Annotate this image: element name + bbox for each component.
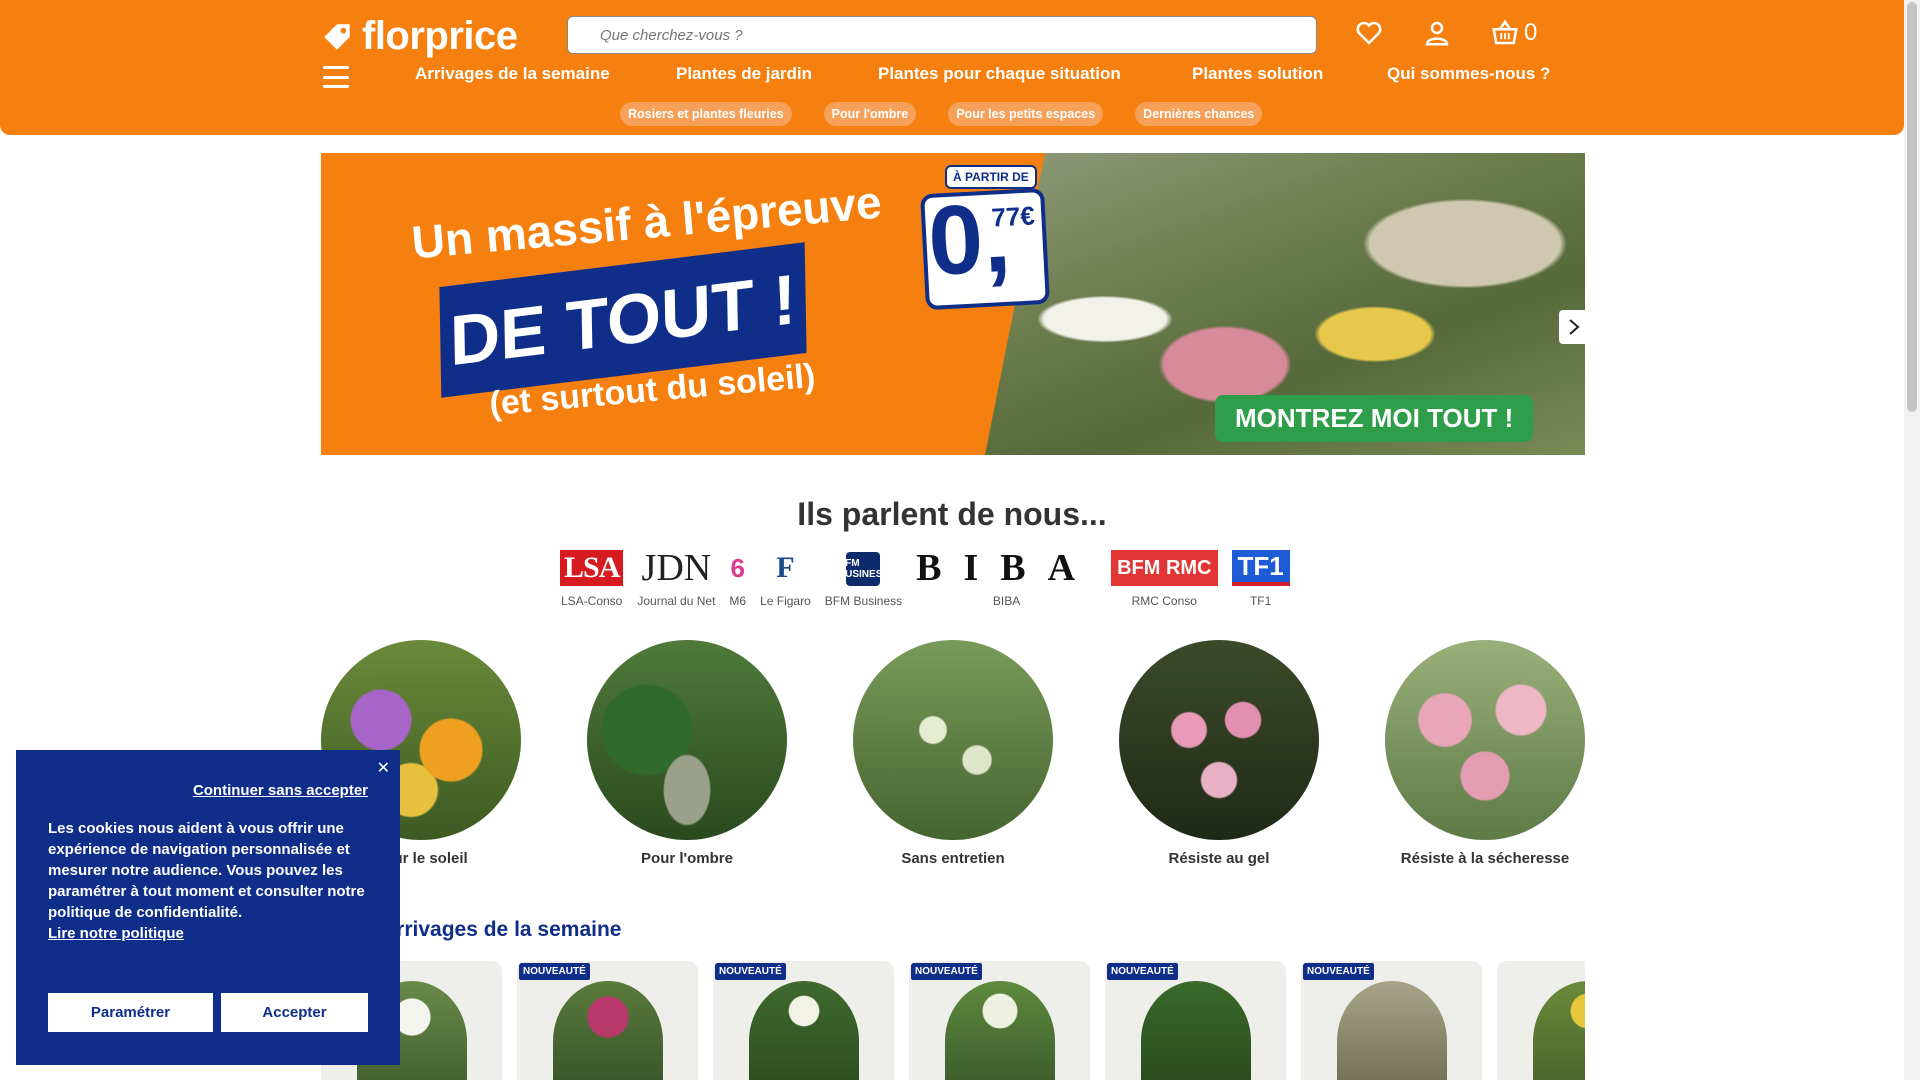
heart-icon[interactable] — [1354, 18, 1384, 48]
press-item[interactable]: BFM BUSINESS BFM Business — [825, 552, 902, 608]
press-item[interactable]: JDN Journal du Net — [637, 547, 716, 608]
cookie-banner: ✕ Continuer sans accepter Les cookies no… — [16, 750, 400, 1065]
category-image — [853, 640, 1053, 840]
logo-text: florprice — [362, 14, 518, 58]
press-name: Le Figaro — [760, 594, 811, 608]
lsa-logo: LSA — [560, 550, 624, 586]
cookie-text: Les cookies nous aident à vous offrir un… — [48, 820, 365, 921]
category-ombre[interactable]: Pour l'ombre — [587, 640, 787, 867]
press-logos: LSA LSA-Conso JDN Journal du Net 6 M6 F Le F… — [560, 547, 1290, 609]
product-card[interactable]: NOUVEAUTÉ — [1301, 961, 1482, 1080]
header-icons: 0 — [1354, 18, 1537, 48]
m6-logo: 6 — [730, 552, 745, 583]
press-name: Journal du Net — [637, 594, 716, 608]
continue-without-accepting-link[interactable]: Continuer sans accepter — [193, 782, 368, 799]
price-box: 0, 77€ — [920, 182, 1050, 311]
privacy-policy-link[interactable]: Lire notre politique — [48, 923, 184, 944]
new-badge: NOUVEAUTÉ — [519, 963, 590, 980]
chip-rosiers[interactable]: Rosiers et plantes fleuries — [620, 102, 792, 126]
hero-banner[interactable]: Un massif à l'épreuve DE TOUT ! (et surt… — [321, 153, 1585, 455]
site-header: florprice 0 Arrivages de la semaine Plan… — [0, 0, 1904, 135]
new-badge: NOUVEAUTÉ — [1107, 963, 1178, 980]
press-name: RMC Conso — [1131, 594, 1197, 608]
category-circles: Pour le soleil Pour l'ombre Sans entreti… — [321, 640, 1585, 867]
press-item[interactable]: TF1 TF1 — [1231, 550, 1290, 608]
new-badge: NOUVEAUTÉ — [911, 963, 982, 980]
press-name: BIBA — [992, 594, 1021, 608]
cart-count: 0 — [1524, 19, 1538, 46]
close-icon[interactable]: ✕ — [377, 758, 390, 778]
nav-situation[interactable]: Plantes pour chaque situation — [878, 64, 1121, 84]
press-item[interactable]: BFM RMC RMC Conso — [1111, 550, 1218, 608]
product-image — [1532, 981, 1585, 1080]
price-cents: 77€ — [990, 200, 1036, 233]
new-badge: NOUVEAUTÉ — [715, 963, 786, 980]
quick-links: Rosiers et plantes fleuries Pour l'ombre… — [620, 102, 1263, 126]
category-label: Sans entretien — [901, 850, 1005, 867]
category-label: Résiste à la sécheresse — [1400, 850, 1570, 867]
product-carousel: NOUVEAUTÉ NOUVEAUTÉ NOUVEAUTÉ NOUVEAUTÉ … — [321, 961, 1585, 1080]
price-prefix: À PARTIR DE — [945, 165, 1037, 189]
product-image — [1140, 981, 1251, 1080]
search-input[interactable] — [567, 16, 1317, 54]
press-name: LSA-Conso — [560, 594, 623, 608]
banner-cta-button[interactable]: MONTREZ MOI TOUT ! — [1215, 395, 1534, 442]
rmc-logo: BFM RMC — [1111, 550, 1218, 586]
biba-logo: BIBA — [916, 547, 1098, 589]
chip-petits-espaces[interactable]: Pour les petits espaces — [948, 102, 1104, 126]
press-item[interactable]: LSA LSA-Conso — [560, 550, 624, 608]
press-name: M6 — [729, 594, 747, 608]
settings-button[interactable]: Paramétrer — [48, 993, 213, 1032]
category-image — [1119, 640, 1319, 840]
category-image — [1385, 640, 1585, 840]
chip-dernieres-chances[interactable]: Dernières chances — [1135, 102, 1263, 126]
category-image — [587, 640, 787, 840]
price-tag-icon — [324, 23, 350, 50]
arrivals-title: Arrivages de la semaine — [381, 918, 622, 941]
press-item[interactable]: F Le Figaro — [760, 550, 811, 608]
category-label: Résiste au gel — [1168, 850, 1270, 867]
banner-headline: Un massif à l'épreuve — [409, 175, 884, 269]
nav-arrivages[interactable]: Arrivages de la semaine — [415, 64, 610, 84]
product-card[interactable]: NOUVEAUTÉ — [909, 961, 1090, 1080]
tf1-logo: TF1 — [1231, 550, 1290, 586]
chevron-right-icon — [1569, 319, 1580, 335]
jdn-logo: JDN — [641, 547, 712, 589]
product-image — [1336, 981, 1447, 1080]
cookie-text-block: Les cookies nous aident à vous offrir un… — [48, 818, 378, 944]
category-sans-entretien[interactable]: Sans entretien — [853, 640, 1053, 867]
bfm-business-logo: BFM BUSINESS — [838, 552, 889, 586]
category-label: Pour l'ombre — [641, 850, 733, 867]
scrollbar[interactable] — [1904, 0, 1920, 1080]
nav-solution[interactable]: Plantes solution — [1192, 64, 1323, 84]
product-image — [552, 981, 663, 1080]
nav-qui-sommes-nous[interactable]: Qui sommes-nous ? — [1387, 64, 1550, 84]
product-image — [748, 981, 859, 1080]
press-name: BFM Business — [824, 594, 903, 608]
product-image — [944, 981, 1055, 1080]
product-card[interactable]: NOUVEAUTÉ — [713, 961, 894, 1080]
press-name: TF1 — [1249, 594, 1272, 608]
product-card[interactable] — [1497, 961, 1585, 1080]
scrollbar-thumb[interactable] — [1907, 2, 1917, 412]
logo[interactable]: florprice — [320, 14, 518, 59]
product-card[interactable]: NOUVEAUTÉ — [1105, 961, 1286, 1080]
product-card[interactable]: NOUVEAUTÉ — [517, 961, 698, 1080]
press-title: Ils parlent de nous... — [797, 496, 1107, 532]
new-badge: NOUVEAUTÉ — [1303, 963, 1374, 980]
chip-ombre[interactable]: Pour l'ombre — [823, 102, 917, 126]
main-nav: Arrivages de la semaine Plantes de jardi… — [0, 64, 1904, 88]
carousel-next-button[interactable] — [1559, 310, 1589, 344]
accept-button[interactable]: Accepter — [221, 993, 368, 1032]
nav-plantes-jardin[interactable]: Plantes de jardin — [676, 64, 812, 84]
press-item[interactable]: 6 M6 — [729, 550, 747, 609]
category-secheresse[interactable]: Résiste à la sécheresse — [1385, 640, 1585, 867]
figaro-logo: F — [776, 551, 795, 584]
user-icon[interactable] — [1422, 18, 1452, 48]
press-item[interactable]: BIBA BIBA — [916, 547, 1098, 608]
category-gel[interactable]: Résiste au gel — [1119, 640, 1319, 867]
basket-icon — [1492, 19, 1518, 45]
cart-button[interactable]: 0 — [1490, 18, 1537, 48]
